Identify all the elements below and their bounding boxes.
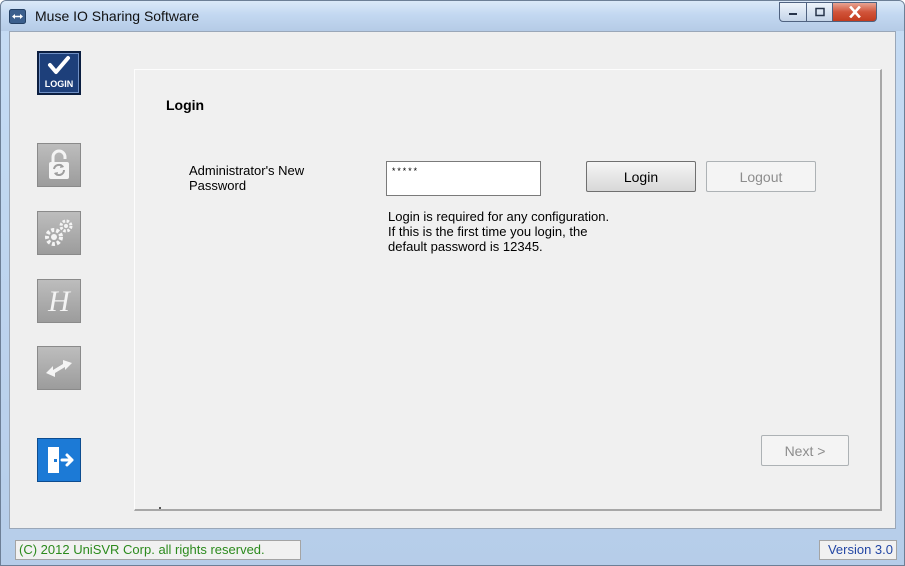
divider-mark [159,507,161,509]
minimize-icon [789,13,797,15]
help-line: If this is the first time you login, the [388,224,588,239]
nav-login-label: LOGIN [45,79,74,89]
script-h-icon: H [47,285,72,318]
login-button[interactable]: Login [586,161,696,192]
double-arrow-icon [9,9,26,24]
version-text: Version 3.0 [819,540,897,560]
maximize-icon [814,7,825,17]
logout-button[interactable]: Logout [706,161,816,192]
gears-icon [45,219,73,246]
next-button[interactable]: Next > [761,435,849,466]
maximize-button[interactable] [806,2,833,22]
nav-settings-button[interactable] [37,211,81,255]
title-bar[interactable]: Muse IO Sharing Software [1,1,904,31]
exit-door-icon [48,447,74,473]
minimize-button[interactable] [779,2,807,22]
svg-text:H: H [47,285,72,318]
password-input[interactable]: ***** [386,161,541,196]
app-window: Muse IO Sharing Software LOGIN H Login A… [0,0,905,566]
nav-password-button[interactable] [37,143,81,187]
check-icon: LOGIN [45,56,74,89]
window-title: Muse IO Sharing Software [35,8,200,24]
lock-refresh-icon [49,149,69,179]
help-line: Login is required for any configuration. [388,209,610,224]
password-label: Administrator's New Password [189,163,305,193]
close-icon [848,6,861,18]
exit-button[interactable] [37,438,81,482]
nav-history-button[interactable]: H [37,279,81,323]
copyright-text: (C) 2012 UniSVR Corp. all rights reserve… [15,540,301,560]
nav-sharing-button[interactable] [37,346,81,390]
nav-login-button[interactable]: LOGIN [37,51,81,95]
close-button[interactable] [832,2,877,22]
help-line: default password is 12345. [388,239,543,254]
double-arrow-icon [46,360,72,377]
login-help-text: Login is required for any configuration.… [388,209,688,254]
page-title: Login [166,97,205,113]
